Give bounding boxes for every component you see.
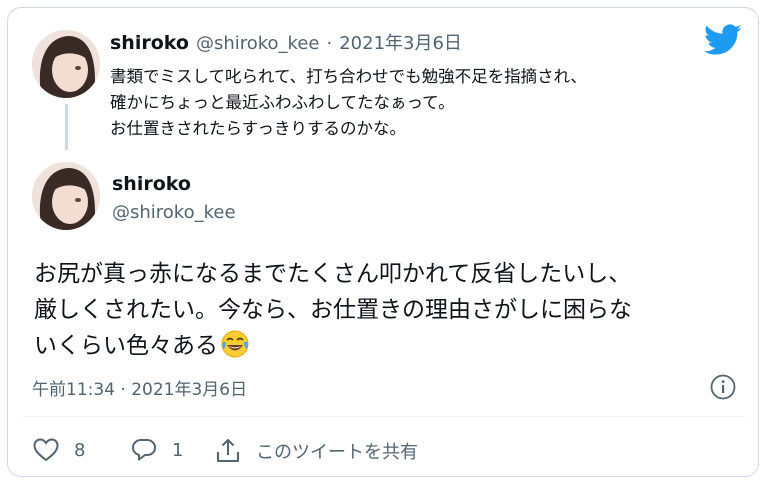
reply-count: 1 <box>172 439 184 461</box>
divider <box>23 416 745 417</box>
share-icon <box>217 439 239 462</box>
handle[interactable]: @shiroko_kee <box>112 202 236 223</box>
reply-tweet-text: 書類でミスして叱られて、打ち合わせでも勉強不足を指摘され、 確かにちょっと最近ふ… <box>110 67 587 138</box>
display-name[interactable]: shiroko <box>112 173 191 195</box>
face-with-tears-of-joy-icon <box>220 329 250 370</box>
avatar[interactable] <box>32 162 100 230</box>
share-label: このツイートを共有 <box>256 442 418 463</box>
tweet-timestamp-link[interactable]: 午前11:34 · 2021年3月6日 <box>32 375 247 400</box>
heart-icon <box>33 438 59 462</box>
tweet-date-link[interactable]: 2021年3月6日 <box>339 29 462 55</box>
like-button[interactable]: 8 <box>32 437 85 463</box>
thread-connector <box>65 104 68 150</box>
share-button[interactable]: このツイートを共有 <box>214 437 418 465</box>
avatar[interactable] <box>32 30 100 98</box>
handle[interactable]: @shiroko_kee <box>196 33 320 54</box>
separator: · <box>326 33 333 54</box>
reply-tweet-header: shiroko @shiroko_kee · 2021年3月6日 <box>110 29 462 55</box>
main-tweet-text: お尻が真っ赤になるまでたくさん叩かれて反省したいし、 厳しくされたい。今なら、お… <box>34 256 734 370</box>
like-count: 8 <box>74 439 86 461</box>
twitter-bird-icon[interactable] <box>704 24 742 60</box>
reply-button[interactable]: 1 <box>130 437 183 463</box>
reply-bubble-icon <box>132 439 156 461</box>
main-tweet-body: お尻が真っ赤になるまでたくさん叩かれて反省したいし、 厳しくされたい。今なら、お… <box>34 261 632 359</box>
info-icon[interactable] <box>709 373 737 405</box>
display-name[interactable]: shiroko <box>110 32 189 54</box>
